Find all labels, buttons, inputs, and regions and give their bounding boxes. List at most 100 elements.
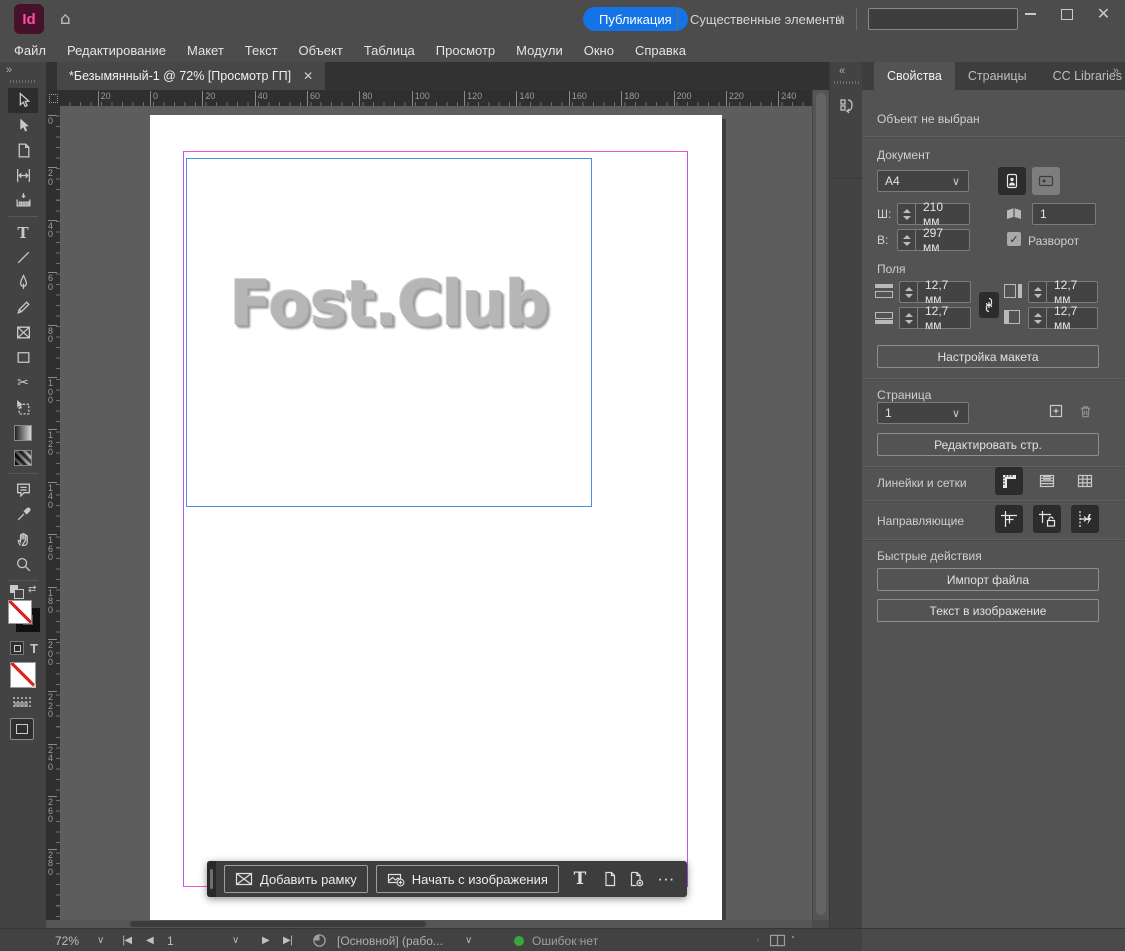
zoom-level[interactable]: 72% — [55, 929, 79, 951]
vertical-scrollbar[interactable] — [812, 90, 830, 920]
page-number-field[interactable]: 1 — [167, 929, 174, 951]
previous-page-icon[interactable]: ◀ — [146, 929, 154, 951]
width-field[interactable]: 210 мм — [915, 200, 970, 228]
edit-page-button[interactable]: Редактировать стр. — [877, 433, 1099, 456]
margin-left-stepper[interactable] — [1028, 307, 1047, 329]
vertical-ruler[interactable]: 0 20 40 60 80 100 120 140 160 180 200 220 240 260 280 — [46, 106, 60, 920]
type-tool[interactable]: T — [8, 220, 38, 245]
tab-close-icon[interactable]: ✕ — [303, 69, 313, 83]
menu-file[interactable]: Файл — [14, 43, 46, 58]
page-number-chevron-icon[interactable]: ∨ — [232, 929, 239, 951]
line-tool[interactable] — [8, 245, 38, 270]
margin-top-stepper[interactable] — [899, 281, 918, 303]
fill-none-swatch[interactable] — [8, 600, 32, 624]
search-input[interactable] — [868, 8, 1018, 30]
menu-type[interactable]: Текст — [245, 43, 278, 58]
add-frame-button[interactable]: Добавить рамку — [224, 865, 368, 893]
zoom-tool[interactable] — [8, 552, 38, 577]
menu-table[interactable]: Таблица — [364, 43, 415, 58]
type-tool-shortcut[interactable]: T — [567, 869, 593, 889]
page-size-select[interactable]: A4 ∨ — [877, 170, 969, 192]
pen-tool[interactable] — [8, 270, 38, 295]
menu-plugins[interactable]: Модули — [516, 43, 563, 58]
minimize-button[interactable] — [1013, 0, 1048, 28]
rectangle-tool[interactable] — [8, 345, 38, 370]
tools-grip[interactable] — [10, 80, 36, 83]
pages-count-field[interactable]: 1 — [1032, 203, 1096, 225]
panel-menu-icon[interactable]: » — [1113, 65, 1119, 77]
delete-page-icon[interactable] — [1074, 400, 1096, 422]
hand-tool[interactable] — [8, 527, 38, 552]
home-icon[interactable]: ⌂ — [60, 9, 71, 29]
scissors-tool[interactable]: ✂ — [8, 370, 38, 395]
show-guides-icon[interactable] — [995, 505, 1023, 533]
scroll-right-icon[interactable]: › — [756, 929, 760, 951]
menu-layout[interactable]: Макет — [187, 43, 224, 58]
height-stepper[interactable] — [897, 229, 916, 251]
link-margins-icon[interactable] — [979, 292, 999, 318]
more-options-icon[interactable]: ··· — [653, 869, 679, 889]
free-transform-tool[interactable] — [8, 395, 38, 420]
document-grid-icon[interactable] — [1071, 467, 1099, 495]
formatting-affects-text-icon[interactable]: T — [30, 641, 38, 656]
pages-panel-icon[interactable] — [832, 90, 860, 124]
add-page-button[interactable] — [1045, 400, 1067, 422]
orientation-portrait-button[interactable] — [998, 167, 1026, 195]
resize-grip[interactable] — [791, 929, 803, 951]
canvas-viewport[interactable]: Fost.Club Добавить рамку Начать с изобра… — [60, 106, 812, 920]
frame-tool[interactable] — [8, 320, 38, 345]
horizontal-scrollbar-thumb[interactable] — [130, 921, 426, 927]
chevron-down-icon[interactable]: ∨ — [952, 407, 960, 420]
smart-guides-icon[interactable] — [1071, 505, 1099, 533]
eyedropper-tool[interactable] — [8, 502, 38, 527]
margin-top-field[interactable]: 12,7 мм — [917, 278, 971, 306]
expand-tools-icon[interactable]: » — [6, 64, 12, 76]
menu-object[interactable]: Объект — [299, 43, 343, 58]
menu-view[interactable]: Просмотр — [436, 43, 495, 58]
import-file-button[interactable]: Импорт файла — [877, 568, 1099, 591]
direct-selection-tool[interactable] — [8, 113, 38, 138]
menu-edit[interactable]: Редактирование — [67, 43, 166, 58]
master-chevron-icon[interactable]: ∨ — [465, 929, 472, 951]
width-stepper[interactable] — [897, 203, 916, 225]
last-page-icon[interactable]: ▶| — [283, 929, 293, 951]
apply-none-swatch[interactable] — [10, 662, 36, 688]
tab-pages[interactable]: Страницы — [955, 62, 1040, 90]
dock-grip[interactable] — [834, 81, 859, 84]
lock-guides-icon[interactable] — [1033, 505, 1061, 533]
menu-window[interactable]: Окно — [584, 43, 614, 58]
fill-stroke-swatches[interactable] — [6, 598, 44, 636]
collapse-panels-icon[interactable]: « — [839, 65, 845, 77]
toolbar-drag-handle[interactable] — [207, 861, 216, 897]
swap-fill-stroke-icon[interactable]: ⇄ — [28, 584, 36, 595]
first-page-icon[interactable]: |◀ — [122, 929, 132, 951]
close-button[interactable]: ✕ — [1086, 0, 1121, 28]
tab-properties[interactable]: Свойства — [874, 62, 955, 90]
note-tool[interactable] — [8, 477, 38, 502]
pencil-tool[interactable] — [8, 295, 38, 320]
zoom-chevron-icon[interactable]: ∨ — [97, 929, 104, 951]
ruler-origin[interactable] — [46, 90, 61, 107]
margin-left-field[interactable]: 12,7 мм — [1046, 304, 1098, 332]
selection-tool[interactable] — [8, 88, 38, 113]
graphic-frame[interactable]: Fost.Club — [186, 158, 592, 507]
horizontal-scrollbar[interactable] — [46, 920, 812, 928]
gap-tool[interactable] — [8, 163, 38, 188]
height-field[interactable]: 297 мм — [915, 226, 970, 254]
current-page-select[interactable]: 1 ∨ — [877, 402, 969, 424]
margin-bottom-field[interactable]: 12,7 мм — [917, 304, 971, 332]
document-page[interactable]: Fost.Club — [150, 115, 722, 920]
workspace-selector[interactable]: Существенные элементы — [690, 12, 844, 27]
screen-mode-icon[interactable] — [10, 718, 34, 740]
publish-button[interactable]: Публикация — [583, 7, 688, 31]
baseline-grid-icon[interactable] — [1033, 467, 1061, 495]
document-tab[interactable]: *Безымянный-1 @ 72% [Просмотр ГП] ✕ — [57, 62, 326, 90]
horizontal-ruler[interactable]: 20 0 20 40 60 80 100 120 140 160 180 200 220 240 — [60, 90, 812, 106]
master-page-selector[interactable]: [Основной] (рабо... — [337, 929, 443, 951]
gradient-feather-tool[interactable] — [8, 445, 38, 470]
facing-pages-checkbox[interactable]: ✓ — [1007, 232, 1021, 246]
margin-bottom-stepper[interactable] — [899, 307, 918, 329]
error-status-label[interactable]: Ошибок нет — [532, 929, 598, 951]
new-document-icon[interactable] — [601, 871, 619, 887]
start-with-image-button[interactable]: Начать с изображения — [375, 865, 559, 893]
